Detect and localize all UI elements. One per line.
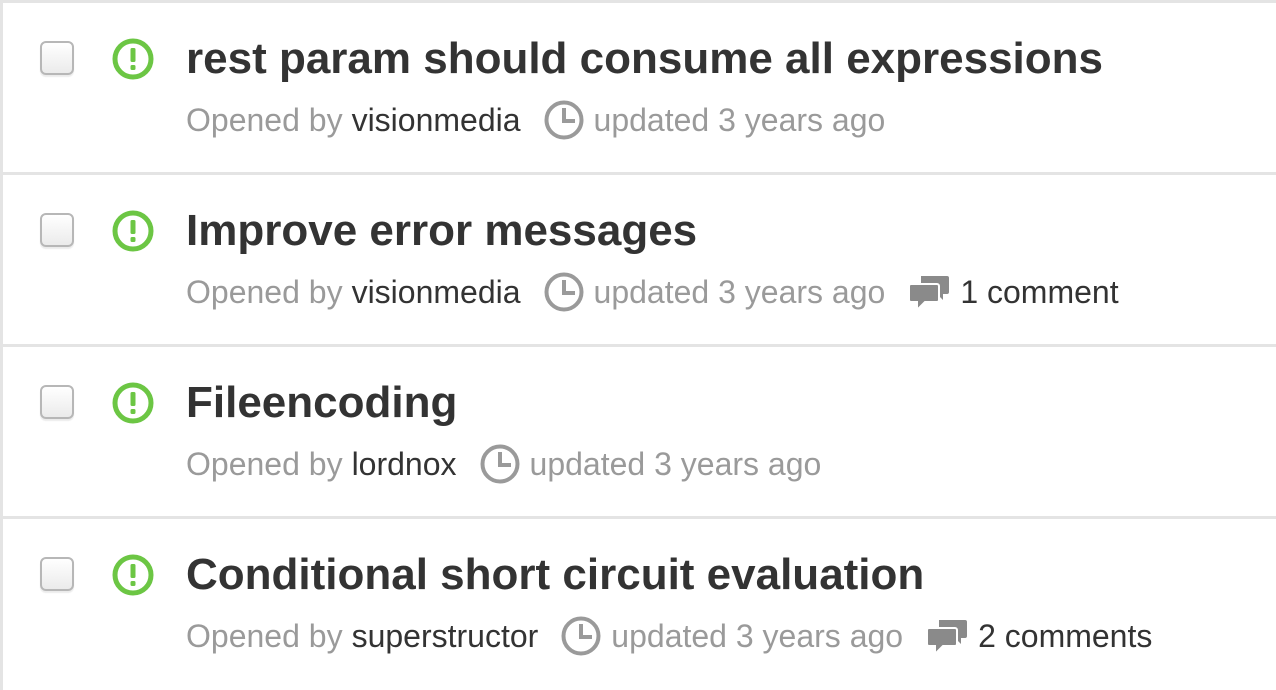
clock-icon [561, 616, 601, 656]
author-link[interactable]: lordnox [352, 446, 457, 483]
issue-select-checkbox[interactable] [40, 385, 74, 419]
comment-icon [926, 620, 968, 656]
issue-title-link[interactable]: Improve error messages [186, 205, 697, 257]
clock-icon [480, 444, 520, 484]
open-issue-icon [112, 38, 154, 80]
open-issue-icon [112, 210, 154, 252]
author-link[interactable]: superstructor [352, 618, 539, 655]
issue-list: rest param should consume all expression… [0, 0, 1276, 690]
opened-by-label: Opened by [186, 101, 343, 138]
opened-by-label: Opened by [186, 445, 343, 482]
issue-meta: Opened by visionmedia updated 3 years ag… [186, 272, 1119, 312]
issue-title-link[interactable]: Fileencoding [186, 377, 457, 429]
issue-meta: Opened by visionmedia updated 3 years ag… [186, 100, 885, 140]
open-issue-icon [112, 554, 154, 596]
updated-timestamp: updated 3 years ago [611, 617, 904, 654]
updated-timestamp: updated 3 years ago [593, 101, 886, 138]
opened-by-label: Opened by [186, 273, 343, 310]
issue-select-checkbox[interactable] [40, 41, 74, 75]
comments-link[interactable]: 1 comment [907, 272, 1119, 312]
issue-meta: Opened by lordnox updated 3 years ago [186, 444, 821, 484]
clock-icon [544, 272, 584, 312]
issue-select-checkbox[interactable] [40, 213, 74, 247]
comment-count: 1 comment [960, 273, 1119, 310]
issue-row: rest param should consume all expression… [3, 3, 1276, 175]
author-link[interactable]: visionmedia [352, 102, 521, 139]
comment-icon [908, 276, 950, 312]
author-link[interactable]: visionmedia [352, 274, 521, 311]
issue-row: Conditional short circuit evaluation Ope… [3, 519, 1276, 688]
issue-title-link[interactable]: rest param should consume all expression… [186, 33, 1103, 85]
issue-row: Improve error messages Opened by visionm… [3, 175, 1276, 347]
open-issue-icon [112, 382, 154, 424]
comments-link[interactable]: 2 comments [925, 616, 1152, 656]
issue-row: Fileencoding Opened by lordnox updated 3… [3, 347, 1276, 519]
updated-timestamp: updated 3 years ago [529, 445, 822, 482]
clock-icon [544, 100, 584, 140]
comment-count: 2 comments [978, 617, 1153, 654]
updated-timestamp: updated 3 years ago [593, 273, 886, 310]
issue-title-link[interactable]: Conditional short circuit evaluation [186, 549, 924, 601]
opened-by-label: Opened by [186, 617, 343, 654]
issue-meta: Opened by superstructor updated 3 years … [186, 616, 1152, 656]
issue-select-checkbox[interactable] [40, 557, 74, 591]
